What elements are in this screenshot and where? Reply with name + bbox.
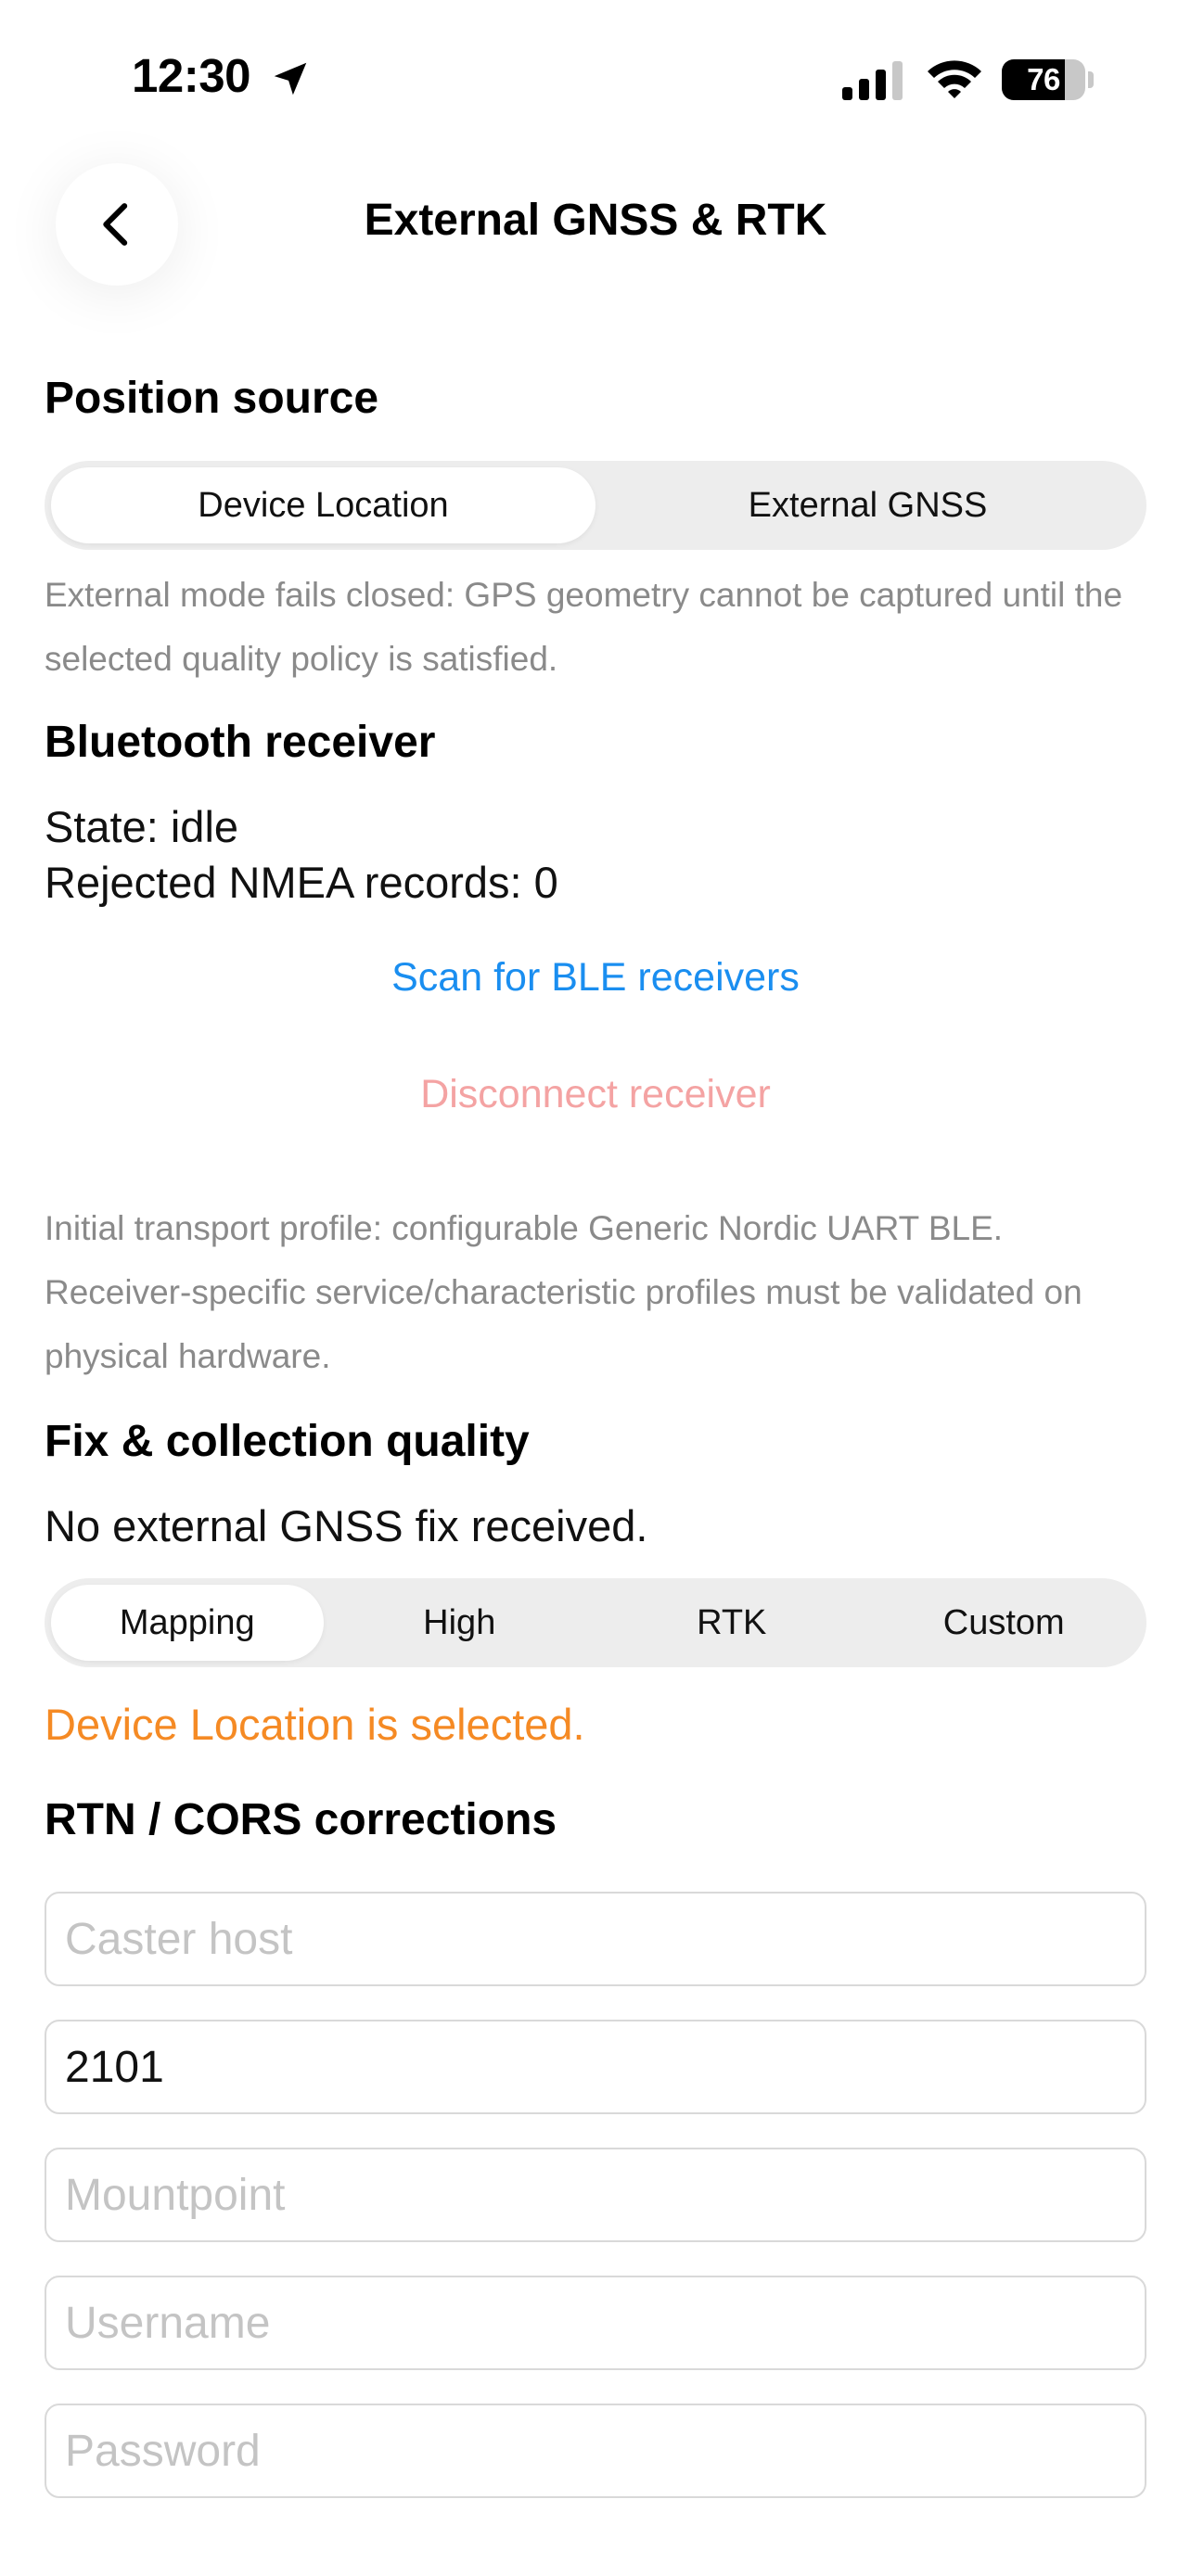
segment-device-location[interactable]: Device Location bbox=[51, 467, 596, 543]
receiver-state: State: idle bbox=[45, 802, 239, 851]
username-field[interactable]: Username bbox=[45, 2276, 1146, 2370]
screen: 12:30 76 External GNSS & RTK Position so… bbox=[0, 0, 1191, 2576]
location-arrow-icon bbox=[274, 62, 307, 96]
fix-quality-title: Fix & collection quality bbox=[45, 1417, 530, 1466]
wifi-icon bbox=[928, 60, 981, 98]
corrections-title: RTN / CORS corrections bbox=[45, 1795, 557, 1844]
rejected-nmea-count: Rejected NMEA records: 0 bbox=[45, 858, 558, 907]
caster-host-field[interactable]: Caster host bbox=[45, 1892, 1146, 1986]
battery-icon: 76 bbox=[1002, 59, 1085, 100]
segment-custom[interactable]: Custom bbox=[868, 1585, 1141, 1661]
page-title: External GNSS & RTK bbox=[364, 196, 827, 245]
settings-content: Position source Device Location External… bbox=[45, 360, 1146, 2498]
scan-ble-button[interactable]: Scan for BLE receivers bbox=[45, 950, 1146, 1005]
battery-percent: 76 bbox=[1027, 62, 1060, 96]
bluetooth-receiver-title: Bluetooth receiver bbox=[45, 718, 436, 767]
status-time: 12:30 bbox=[132, 49, 250, 102]
disconnect-receiver-button[interactable]: Disconnect receiver bbox=[45, 1066, 1146, 1122]
source-warning: Device Location is selected. bbox=[45, 1700, 585, 1749]
position-source-segmented-control: Device Location External GNSS bbox=[45, 461, 1146, 550]
segment-external-gnss[interactable]: External GNSS bbox=[596, 467, 1140, 543]
cellular-signal-icon bbox=[842, 61, 903, 100]
caster-port-value: 2101 bbox=[65, 2042, 164, 2092]
password-field[interactable]: Password bbox=[45, 2404, 1146, 2498]
battery-nub bbox=[1088, 71, 1094, 88]
position-source-hint: External mode fails closed: GPS geometry… bbox=[45, 576, 1123, 678]
password-placeholder: Password bbox=[65, 2426, 261, 2476]
segment-rtk[interactable]: RTK bbox=[596, 1585, 868, 1661]
transport-profile-hint: Initial transport profile: configurable … bbox=[45, 1209, 1082, 1375]
segment-high[interactable]: High bbox=[324, 1585, 596, 1661]
mountpoint-placeholder: Mountpoint bbox=[65, 2170, 286, 2220]
fix-status: No external GNSS fix received. bbox=[45, 1501, 648, 1550]
quality-policy-segmented-control: Mapping High RTK Custom bbox=[45, 1578, 1146, 1667]
caster-port-field[interactable]: 2101 bbox=[45, 2020, 1146, 2114]
username-placeholder: Username bbox=[65, 2298, 271, 2348]
mountpoint-field[interactable]: Mountpoint bbox=[45, 2148, 1146, 2242]
position-source-title: Position source bbox=[45, 374, 379, 423]
caster-host-placeholder: Caster host bbox=[65, 1914, 293, 1964]
segment-mapping[interactable]: Mapping bbox=[51, 1585, 324, 1661]
